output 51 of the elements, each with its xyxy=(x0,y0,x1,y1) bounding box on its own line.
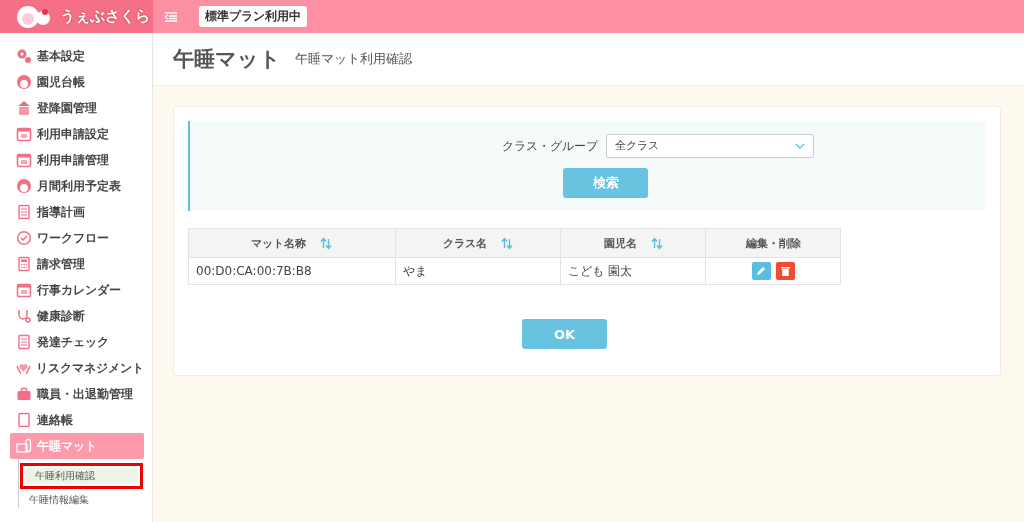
plan-badge: 標準プラン利用中 xyxy=(199,6,307,27)
gear-icon xyxy=(16,48,32,64)
calculator-icon xyxy=(16,256,32,272)
sidebar-subitem[interactable]: 午睡情報編集 xyxy=(19,492,144,508)
sidebar-item[interactable]: 登降園管理 xyxy=(10,95,144,121)
column-header[interactable]: 園児名 xyxy=(560,228,706,258)
table-cell: 00:D0:CA:00:7B:B8 xyxy=(188,257,396,285)
column-header[interactable]: クラス名 xyxy=(395,228,561,258)
sort-icon[interactable] xyxy=(650,236,663,250)
sidebar-item[interactable]: 月間利用予定表 xyxy=(10,173,144,199)
trash-icon xyxy=(780,266,790,276)
sidebar-item[interactable]: 請求管理 xyxy=(10,251,144,277)
sidebar-item[interactable]: ワークフロー xyxy=(10,225,144,251)
chevron-down-icon xyxy=(795,143,805,149)
building-icon xyxy=(16,100,32,116)
sidebar-item[interactable]: リスクマネジメント xyxy=(10,355,144,381)
sidebar-item[interactable]: 発達チェック xyxy=(10,329,144,355)
delete-button[interactable] xyxy=(775,262,795,280)
sidebar-item[interactable]: 利用申請設定 xyxy=(10,121,144,147)
edit-button[interactable] xyxy=(751,262,771,280)
sidebar-item[interactable]: 連絡帳 xyxy=(10,407,144,433)
class-select[interactable]: 全クラス xyxy=(606,134,814,158)
sidebar-item[interactable]: 利用申請管理 xyxy=(10,147,144,173)
column-header[interactable]: マット名称 xyxy=(188,228,396,258)
sort-icon[interactable] xyxy=(320,236,333,250)
sidebar-item[interactable]: 健康診断 xyxy=(10,303,144,329)
menu-collapse-icon[interactable] xyxy=(165,11,177,22)
page-subtitle: 午睡マット利用確認 xyxy=(295,50,412,68)
table-cell: こども 園太 xyxy=(560,257,706,285)
sidebar-item[interactable]: 基本設定 xyxy=(10,43,144,69)
stethoscope-icon xyxy=(16,308,32,324)
calendar-icon xyxy=(16,282,32,298)
notebook-icon xyxy=(16,204,32,220)
briefcase-icon xyxy=(16,386,32,402)
checklist-icon xyxy=(16,334,32,350)
mat-icon xyxy=(16,438,32,454)
filter-label: クラス・グループ xyxy=(502,138,598,154)
check-circle-icon xyxy=(16,230,32,246)
page-title: 午睡マット xyxy=(173,46,281,73)
sidebar-item[interactable]: 園児台帳 xyxy=(10,69,144,95)
notebook-icon xyxy=(16,412,32,428)
logo-text: うぇぶさくら xyxy=(60,7,150,26)
calendar-icon xyxy=(16,152,32,168)
table-cell: やま xyxy=(395,257,561,285)
sidebar-item[interactable]: 行事カレンダー xyxy=(10,277,144,303)
column-header: 編集・削除 xyxy=(705,228,841,258)
sort-icon[interactable] xyxy=(500,236,513,250)
calendar-icon xyxy=(16,126,32,142)
pencil-icon xyxy=(756,266,767,276)
sidebar-item[interactable]: 職員・出退勤管理 xyxy=(10,381,144,407)
sidebar-item[interactable]: 指導計画 xyxy=(10,199,144,225)
